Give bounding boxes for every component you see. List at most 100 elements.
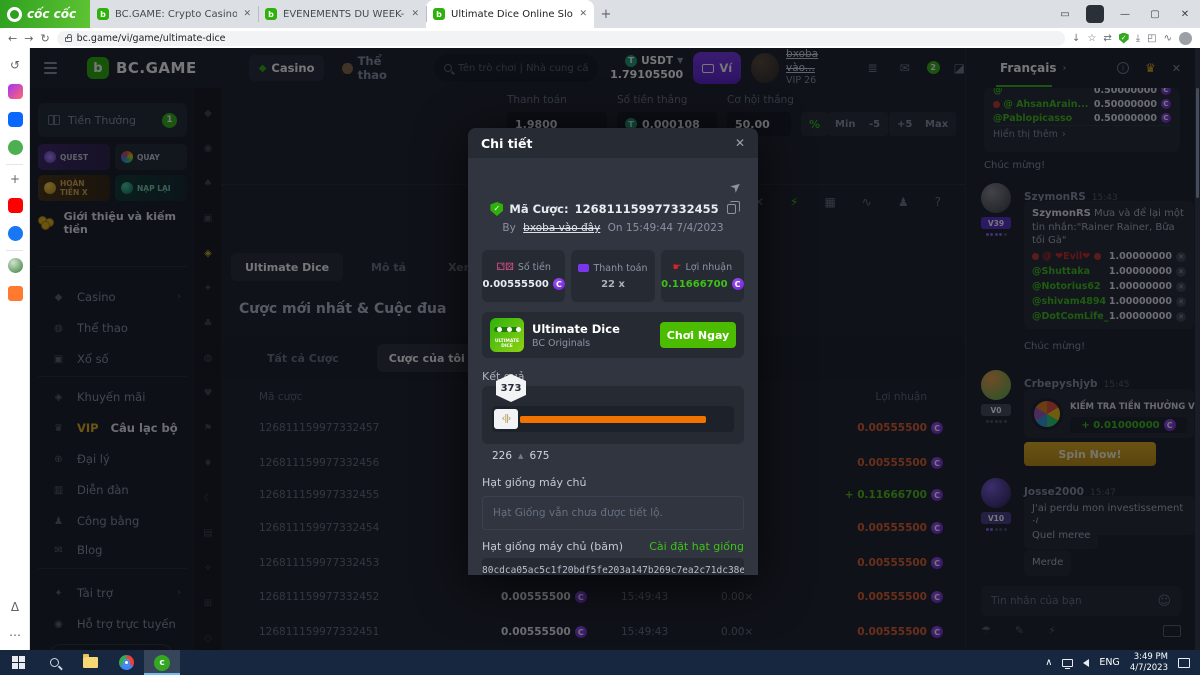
modal-title: Chi tiết <box>481 136 532 151</box>
slider-range-bar <box>520 416 706 423</box>
dice-icon: ⚁⚄ <box>496 262 513 273</box>
bet-stats: ⚁⚄Số tiền 0.00555500C Thanh toán 22 x ☛L… <box>482 250 744 302</box>
stats-icon[interactable]: ∿ <box>1164 33 1172 44</box>
card-icon <box>578 264 589 272</box>
history-icon[interactable]: ↺ <box>0 58 30 72</box>
action-center-icon[interactable] <box>1178 658 1190 668</box>
slider-track: ‹∥› <box>492 406 734 432</box>
game-provider[interactable]: BC Originals <box>532 338 620 349</box>
tab-title: ÉVÈNEMENTS DU WEEK-END <box>283 9 405 20</box>
url-field[interactable]: bc.game/vi/game/ultimate-dice <box>57 31 1065 46</box>
profile-avatar-icon[interactable] <box>1179 32 1192 45</box>
lock-icon <box>65 37 72 42</box>
input-language[interactable]: ENG <box>1099 657 1119 668</box>
share-icon[interactable]: ➤ <box>728 178 746 197</box>
minimize-button[interactable]: — <box>1110 9 1140 20</box>
messenger-icon[interactable] <box>0 84 30 102</box>
coin-icon: C <box>553 278 565 290</box>
slider-handle[interactable]: ‹∥› <box>494 409 518 429</box>
bc-favicon-icon: b <box>433 8 445 20</box>
tab-title: BC.GAME: Crypto Casino Gan <box>115 9 237 20</box>
by-label: By <box>502 222 515 234</box>
seed-hash-row: Hạt giống máy chủ (băm) Cài đặt hạt giốn… <box>482 540 744 553</box>
game-name: Ultimate Dice <box>532 322 620 336</box>
extension-puzzle-icon[interactable]: ◰ <box>1147 33 1156 44</box>
more-icon[interactable]: ⋯ <box>0 628 30 642</box>
bet-username[interactable]: bxoba vào đây <box>523 222 600 234</box>
taskbar-search-icon[interactable] <box>36 650 72 675</box>
cast-icon[interactable]: ▭ <box>1050 9 1080 20</box>
notifications-bell-icon[interactable]: Δ <box>0 600 30 614</box>
modal-header: Chi tiết ✕ <box>468 128 758 158</box>
browser-profile-avatar[interactable] <box>1086 5 1104 23</box>
tab-title: Ultimate Dice Online Slot - P <box>451 9 573 20</box>
browser-tabbar: cốc cốc b BC.GAME: Crypto Casino Gan ✕ b… <box>0 0 1200 28</box>
bc-favicon-icon: b <box>265 8 277 20</box>
seed-hash-label: Hạt giống máy chủ (băm) <box>482 540 623 553</box>
bet-id-value: 126811159977332455 <box>575 202 719 216</box>
bc-favicon-icon: b <box>97 8 109 20</box>
bookmark-star-icon[interactable]: ☆ <box>1087 33 1096 44</box>
bet-id-row: ✓ Mã Cược: 126811159977332455 <box>468 202 758 216</box>
tab-events[interactable]: b ÉVÈNEMENTS DU WEEK-END ✕ <box>258 0 426 28</box>
url-text: bc.game/vi/game/ultimate-dice <box>77 33 226 44</box>
tab-close-icon[interactable]: ✕ <box>411 9 419 19</box>
tab-close-icon[interactable]: ✕ <box>579 9 587 19</box>
youtube-icon[interactable] <box>0 198 30 216</box>
facebook-icon[interactable] <box>0 226 30 244</box>
forward-icon[interactable]: → <box>24 32 33 45</box>
new-tab-button[interactable]: + <box>594 0 618 28</box>
stat-amount: ⚁⚄Số tiền 0.00555500C <box>482 250 565 302</box>
close-button[interactable]: ✕ <box>1170 9 1200 20</box>
tray-expand-icon[interactable]: ∧ <box>1045 657 1052 668</box>
file-explorer-icon[interactable] <box>72 650 108 675</box>
browser-brand[interactable]: cốc cốc <box>0 0 90 28</box>
save-icon[interactable]: ↓ <box>1072 33 1080 44</box>
server-seed-value: Hạt Giống vẫn chưa được tiết lộ. <box>482 496 744 530</box>
downloads-icon[interactable]: ⤓ <box>1136 33 1140 44</box>
browser-body: ↺ + Δ ⋯ b BC.GAME ◆ <box>0 48 1200 650</box>
range-max: 675 <box>529 450 549 462</box>
coccoc-taskbar-icon[interactable]: c <box>144 650 180 675</box>
play-now-button[interactable]: Chơi Ngay <box>660 322 736 348</box>
copy-icon[interactable] <box>727 204 736 214</box>
start-button[interactable] <box>0 650 36 675</box>
ultimate-dice-icon: ULTIMATE DICE <box>490 318 524 352</box>
hand-coin-icon: ☛ <box>673 262 682 273</box>
bet-id-label: Mã Cược: <box>509 202 568 216</box>
zalo-icon[interactable] <box>0 112 30 130</box>
clock[interactable]: 3:49 PM 4/7/2023 <box>1130 652 1168 673</box>
modal-close-icon[interactable]: ✕ <box>735 136 745 150</box>
game-card: ULTIMATE DICE Ultimate Dice BC Originals… <box>482 312 744 358</box>
site-viewport: b BC.GAME ◆ Casino Thể thao T <box>30 48 1200 650</box>
seed-settings-link[interactable]: Cài đặt hạt giống <box>649 540 744 553</box>
volume-icon[interactable] <box>1083 659 1089 667</box>
range-values: 226 ▲ 675 <box>492 450 549 462</box>
games-icon[interactable] <box>0 140 30 158</box>
football-icon[interactable] <box>0 258 30 276</box>
tab-close-icon[interactable]: ✕ <box>243 9 251 19</box>
maximize-button[interactable]: ▢ <box>1140 9 1170 20</box>
stat-payout: Thanh toán 22 x <box>571 250 654 302</box>
verified-shield-icon: ✓ <box>490 202 503 216</box>
add-shortcut-icon[interactable]: + <box>0 172 30 186</box>
translate-icon[interactable]: ⇄ <box>1103 33 1111 44</box>
screen: cốc cốc b BC.GAME: Crypto Casino Gan ✕ b… <box>0 0 1200 675</box>
adblock-shield-icon[interactable]: ✓ <box>1119 33 1129 44</box>
result-slider-panel: 373 ‹∥› <box>482 386 744 444</box>
address-bar: ← → ↻ bc.game/vi/game/ultimate-dice ↓ ☆ … <box>0 28 1200 48</box>
tab-ultimate-dice[interactable]: b Ultimate Dice Online Slot - P ✕ <box>426 0 594 28</box>
network-icon[interactable] <box>1062 659 1073 667</box>
tab-bcgame[interactable]: b BC.GAME: Crypto Casino Gan ✕ <box>90 0 258 28</box>
page-scrollbar[interactable] <box>1195 48 1200 650</box>
bet-by-row: By bxoba vào đây On 15:49:44 7/4/2023 <box>468 222 758 234</box>
reload-icon[interactable]: ↻ <box>40 32 49 45</box>
chrome-icon[interactable] <box>108 650 144 675</box>
brand-label: cốc cốc <box>27 7 76 21</box>
windows-taskbar: c ∧ ENG 3:49 PM 4/7/2023 <box>0 650 1200 675</box>
on-label: On <box>608 222 623 234</box>
server-seed-label: Hạt giống máy chủ <box>482 476 587 489</box>
back-icon[interactable]: ← <box>8 32 17 45</box>
browser-side-rail: ↺ + Δ ⋯ <box>0 48 30 650</box>
shopping-icon[interactable] <box>0 286 30 304</box>
